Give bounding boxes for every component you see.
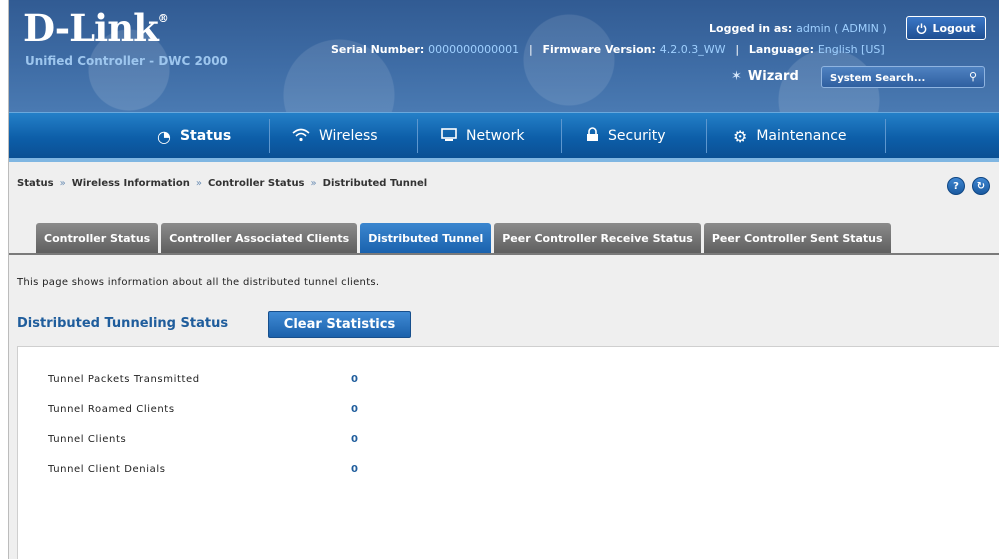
breadcrumb-arrow-icon: » (310, 178, 317, 189)
breadcrumb: Status » Wireless Information » Controller S… (17, 178, 427, 189)
tab-distributed-tunnel[interactable]: Distributed Tunnel (360, 223, 492, 253)
firmware-label: Firmware Version: (542, 43, 656, 56)
stat-label: Tunnel Roamed Clients (48, 404, 175, 415)
logged-in-user: admin ( ADMIN ) (796, 22, 887, 35)
tab-controller-associated-clients[interactable]: Controller Associated Clients (161, 223, 358, 253)
help-icon[interactable]: ? (947, 177, 965, 195)
stat-label: Tunnel Client Denials (48, 464, 166, 475)
breadcrumb-current: Distributed Tunnel (322, 178, 428, 189)
gears-icon: ⚙ (733, 126, 748, 146)
device-info: Serial Number: 0000000000001 | Firmware … (331, 43, 885, 56)
breadcrumb-item[interactable]: Controller Status (208, 178, 305, 189)
breadcrumb-arrow-icon: » (195, 178, 202, 189)
nav-security[interactable]: Security (586, 113, 666, 159)
nav-status[interactable]: ◔ Status (157, 113, 231, 159)
nav-label: Wireless (319, 128, 378, 144)
wifi-icon (292, 127, 310, 146)
main-nav: ◔ Status Wireless Network Security ⚙ Mai… (9, 112, 999, 159)
breadcrumb-item[interactable]: Wireless Information (72, 178, 190, 189)
wizard-label: Wizard (747, 69, 799, 84)
tab-peer-controller-receive-status[interactable]: Peer Controller Receive Status (494, 223, 701, 253)
stats-panel: Tunnel Packets Transmitted 0 Tunnel Roam… (17, 346, 999, 559)
nav-divider (706, 119, 707, 153)
nav-divider (269, 119, 270, 153)
language-label: Language: (748, 43, 814, 56)
stat-label: Tunnel Packets Transmitted (48, 374, 200, 385)
monitor-icon (441, 127, 457, 146)
serial-value: 0000000000001 (428, 43, 520, 56)
nav-label: Network (466, 128, 525, 144)
product-name: Unified Controller - DWC 2000 (25, 54, 228, 68)
power-icon (917, 22, 927, 34)
nav-label: Status (179, 128, 232, 144)
serial-label: Serial Number: (331, 43, 425, 56)
clear-statistics-button[interactable]: Clear Statistics (268, 311, 411, 338)
section-title: Distributed Tunneling Status (17, 316, 229, 331)
nav-divider (561, 119, 562, 153)
nav-divider (885, 119, 886, 153)
nav-label: Maintenance (756, 128, 847, 144)
separator: | (528, 43, 533, 56)
stat-label: Tunnel Clients (48, 434, 127, 445)
nav-divider (417, 119, 418, 153)
tab-controller-status[interactable]: Controller Status (36, 223, 159, 253)
firmware-value: 4.2.0.3_WW (659, 43, 726, 56)
dlink-logo: D-Link® (23, 6, 169, 50)
header: D-Link® Unified Controller - DWC 2000 Lo… (9, 0, 999, 112)
stat-value: 0 (351, 434, 359, 445)
stat-value: 0 (351, 404, 359, 415)
search-icon[interactable]: ⚲ (969, 70, 977, 83)
logout-button[interactable]: Logout (906, 16, 986, 40)
tab-peer-controller-sent-status[interactable]: Peer Controller Sent Status (703, 223, 891, 253)
nav-network[interactable]: Network (441, 113, 524, 159)
breadcrumb-arrow-icon: » (59, 178, 66, 189)
logout-label: Logout (932, 21, 976, 35)
nav-wireless[interactable]: Wireless (292, 113, 378, 159)
wand-icon: ✶ (731, 69, 742, 84)
tab-bar: Controller Status Controller Associated … (36, 223, 891, 253)
language-selector[interactable]: English [US] (818, 43, 885, 56)
nav-underline (9, 158, 999, 162)
tab-baseline (9, 253, 999, 255)
separator: | (735, 43, 740, 56)
logged-in-label: Logged in as: (709, 22, 793, 35)
login-info: Logged in as: admin ( ADMIN ) (709, 22, 887, 35)
search-input[interactable] (828, 69, 960, 87)
dashboard-icon: ◔ (157, 126, 171, 146)
nav-label: Security (608, 128, 666, 144)
breadcrumb-item[interactable]: Status (17, 178, 54, 189)
stat-value: 0 (351, 464, 359, 475)
stat-value: 0 (351, 374, 359, 385)
system-search: ⚲ (821, 66, 985, 88)
page-description: This page shows information about all th… (17, 277, 380, 288)
refresh-icon[interactable]: ↻ (972, 177, 990, 195)
lock-icon (586, 126, 599, 146)
wizard-link[interactable]: ✶ Wizard (731, 69, 799, 84)
nav-maintenance[interactable]: ⚙ Maintenance (733, 113, 847, 159)
app-frame: D-Link® Unified Controller - DWC 2000 Lo… (8, 0, 999, 559)
